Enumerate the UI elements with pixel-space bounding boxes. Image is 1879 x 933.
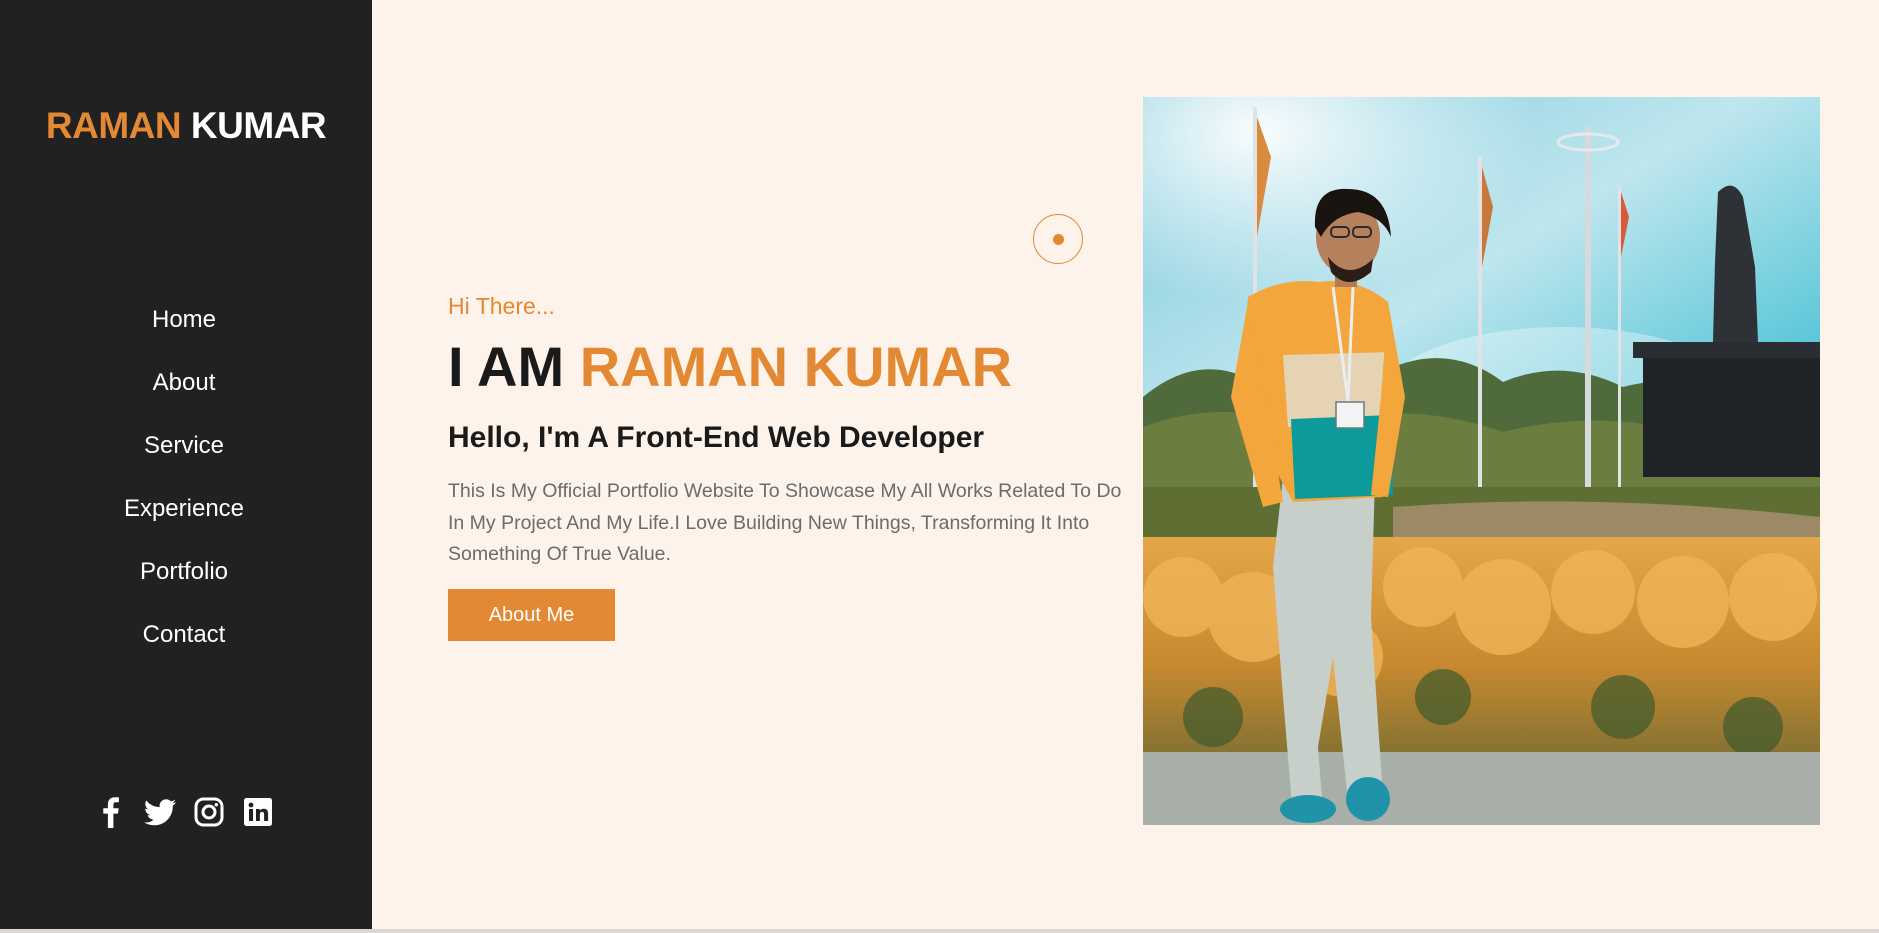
headline-prefix: I AM [448, 335, 565, 398]
sidebar: RAMAN KUMAR Home About Service Experienc… [0, 0, 372, 929]
nav-link-about[interactable]: About [153, 369, 216, 396]
hero-headline: I AM RAMAN KUMAR [448, 334, 1012, 400]
bottom-border [0, 929, 1879, 933]
facebook-icon[interactable] [95, 796, 127, 828]
logo-last-name: KUMAR [190, 105, 327, 146]
profile-photo-illustration [1143, 97, 1820, 825]
hero-description: This Is My Official Portfolio Website To… [448, 480, 1122, 565]
nav-item-service: Service [0, 426, 368, 489]
nav-link-contact[interactable]: Contact [143, 621, 226, 648]
about-me-button[interactable]: About Me [448, 589, 615, 641]
nav-link-service[interactable]: Service [144, 432, 224, 459]
hero-subtitle: Hello, I'm A Front-End Web Developer [448, 421, 985, 454]
nav-item-home: Home [0, 300, 368, 363]
nav-item-experience: Experience [0, 489, 368, 552]
twitter-icon[interactable] [143, 796, 176, 828]
instagram-icon[interactable] [193, 796, 225, 828]
page: RAMAN KUMAR Home About Service Experienc… [0, 0, 1879, 933]
sidebar-nav: Home About Service Experience Portfolio … [0, 300, 368, 678]
nav-link-portfolio[interactable]: Portfolio [140, 558, 228, 585]
logo-first-name: RAMAN [45, 105, 182, 146]
site-logo[interactable]: RAMAN KUMAR [0, 104, 372, 148]
hero-greeting: Hi There... [448, 293, 555, 319]
profile-photo [1143, 97, 1820, 825]
headline-name: RAMAN KUMAR [579, 335, 1013, 398]
social-links [0, 796, 368, 828]
nav-link-home[interactable]: Home [152, 306, 216, 333]
nav-item-portfolio: Portfolio [0, 552, 368, 615]
decorative-circle [1033, 214, 1083, 264]
nav-item-contact: Contact [0, 615, 368, 678]
linkedin-icon[interactable] [242, 796, 274, 828]
decorative-dot [1053, 234, 1064, 245]
nav-link-experience[interactable]: Experience [124, 495, 244, 522]
nav-item-about: About [0, 363, 368, 426]
